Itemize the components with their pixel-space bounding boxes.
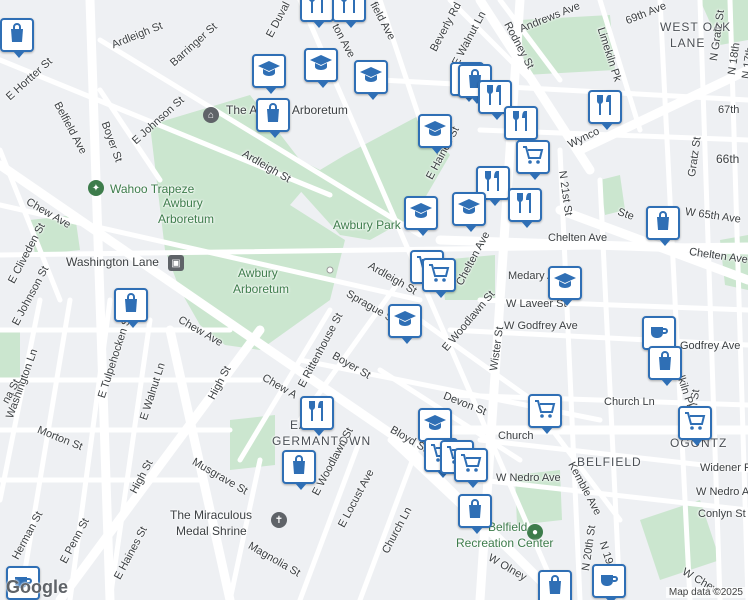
shopping-bag-icon [5,21,29,50]
map-marker-shopping[interactable] [538,570,572,600]
shopping-cart-icon [533,397,557,426]
shopping-bag-icon [287,453,311,482]
poi-belfield-rec-label-2[interactable]: Recreation Center [456,536,553,550]
shopping-bag-icon [261,101,285,130]
wahoo-pin-icon[interactable]: ✦ [88,180,104,196]
map-marker-school[interactable] [304,48,338,88]
map-marker-grocery[interactable] [422,258,456,298]
map-marker-school[interactable] [404,196,438,236]
graduation-cap-icon [309,51,333,80]
poi-washington-lane-label[interactable]: Washington Lane [66,255,159,269]
map-marker-school[interactable] [452,192,486,232]
graduation-cap-icon [457,195,481,224]
street-label: Church [498,430,534,442]
shopping-bag-icon [651,209,675,238]
map-canvas[interactable]: WEST OAK LANE BELFIELD EAST GERMANTOWN O… [0,0,748,600]
street-label: Godfrey Ave [680,340,741,352]
graduation-cap-icon [393,307,417,336]
shopping-cart-icon [459,451,483,480]
map-marker-shopping[interactable] [282,450,316,490]
graduation-cap-icon [359,63,383,92]
fork-knife-icon [337,0,361,20]
street-label: W Nedro Ave [496,472,561,484]
map-marker-grocery[interactable] [528,394,562,434]
street-label: Conlyn St [698,508,746,520]
street-label: Church Ln [604,396,655,408]
google-logo: Google [6,577,68,597]
shopping-cart-icon [521,143,545,172]
graduation-cap-icon [423,411,447,440]
area-label-east-germantown-2: GERMANTOWN [272,434,372,448]
map-marker-school[interactable] [354,60,388,100]
map-marker-grocery[interactable] [516,140,550,180]
area-label-west-oak-lane-2: LANE [670,36,706,50]
map-marker-grocery[interactable] [454,448,488,488]
map-marker-shopping[interactable] [646,206,680,246]
map-marker-grocery[interactable] [678,406,712,446]
shopping-cart-icon [427,261,451,290]
street-label: 67th [718,104,740,116]
map-marker-shopping[interactable] [458,494,492,534]
street-label: W Godfrey Ave [504,320,578,332]
map-marker-shopping[interactable] [256,98,290,138]
fork-knife-icon [305,399,329,428]
fork-knife-icon [509,109,533,138]
train-station-icon[interactable]: ▣ [168,255,184,271]
shopping-bag-icon [543,573,567,600]
area-label-belfield: BELFIELD [577,455,642,469]
street-label: Widener Pl [700,462,748,474]
fork-knife-icon [593,93,617,122]
map-marker-shopping[interactable] [0,18,34,58]
shopping-bag-icon [463,497,487,526]
map-marker-dining[interactable] [508,188,542,228]
poi-wahoo-label[interactable]: Wahoo Trapeze [110,182,194,196]
map-marker-school[interactable] [418,408,452,448]
map-marker-dining[interactable] [332,0,366,28]
fork-knife-icon [513,191,537,220]
map-marker-shopping[interactable] [648,346,682,386]
arboretum-pin-icon[interactable]: ⌂ [203,107,219,123]
shopping-bag-icon [653,349,677,378]
map-marker-shopping[interactable] [114,288,148,328]
map-marker-school[interactable] [388,304,422,344]
coffee-cup-icon [647,319,671,348]
map-marker-cafe[interactable] [592,564,626,600]
poi-medal-shrine-label-1[interactable]: The Miraculous [170,508,252,522]
map-marker-dining[interactable] [300,0,334,28]
graduation-cap-icon [257,57,281,86]
street-label: Chelten Ave [548,232,608,244]
park-label-awbury-2: Awbury [238,266,278,280]
coffee-cup-icon [597,567,621,596]
map-marker-school[interactable] [548,266,582,306]
map-marker-dining[interactable] [300,396,334,436]
map-attribution[interactable]: Map data ©2025 [665,587,746,598]
park-label-arboretum-2: Arboretum [233,282,290,296]
map-marker-dining[interactable] [588,90,622,130]
poi-belfield-rec-label-1[interactable]: Belfield [488,520,527,534]
graduation-cap-icon [553,269,577,298]
map-marker-dining[interactable] [504,106,538,146]
poi-medal-shrine-label-2[interactable]: Medal Shrine [176,524,247,538]
graduation-cap-icon [423,117,447,146]
park-label-awbury-1: Awbury [163,196,203,210]
map-marker-school[interactable] [418,114,452,154]
graduation-cap-icon [409,199,433,228]
shopping-cart-icon [683,409,707,438]
park-label-arboretum-1: Arboretum [158,212,215,226]
park-label-awbury-park: Awbury Park [333,218,401,232]
fork-knife-icon [305,0,329,20]
street-label: 66th [716,152,740,166]
map-marker-school[interactable] [252,54,286,94]
fork-knife-icon [483,83,507,112]
street-label: W Nedro Av [696,486,748,498]
map-marker-cafe[interactable] [642,316,676,356]
church-icon[interactable]: ✝ [271,512,287,528]
shopping-bag-icon [119,291,143,320]
